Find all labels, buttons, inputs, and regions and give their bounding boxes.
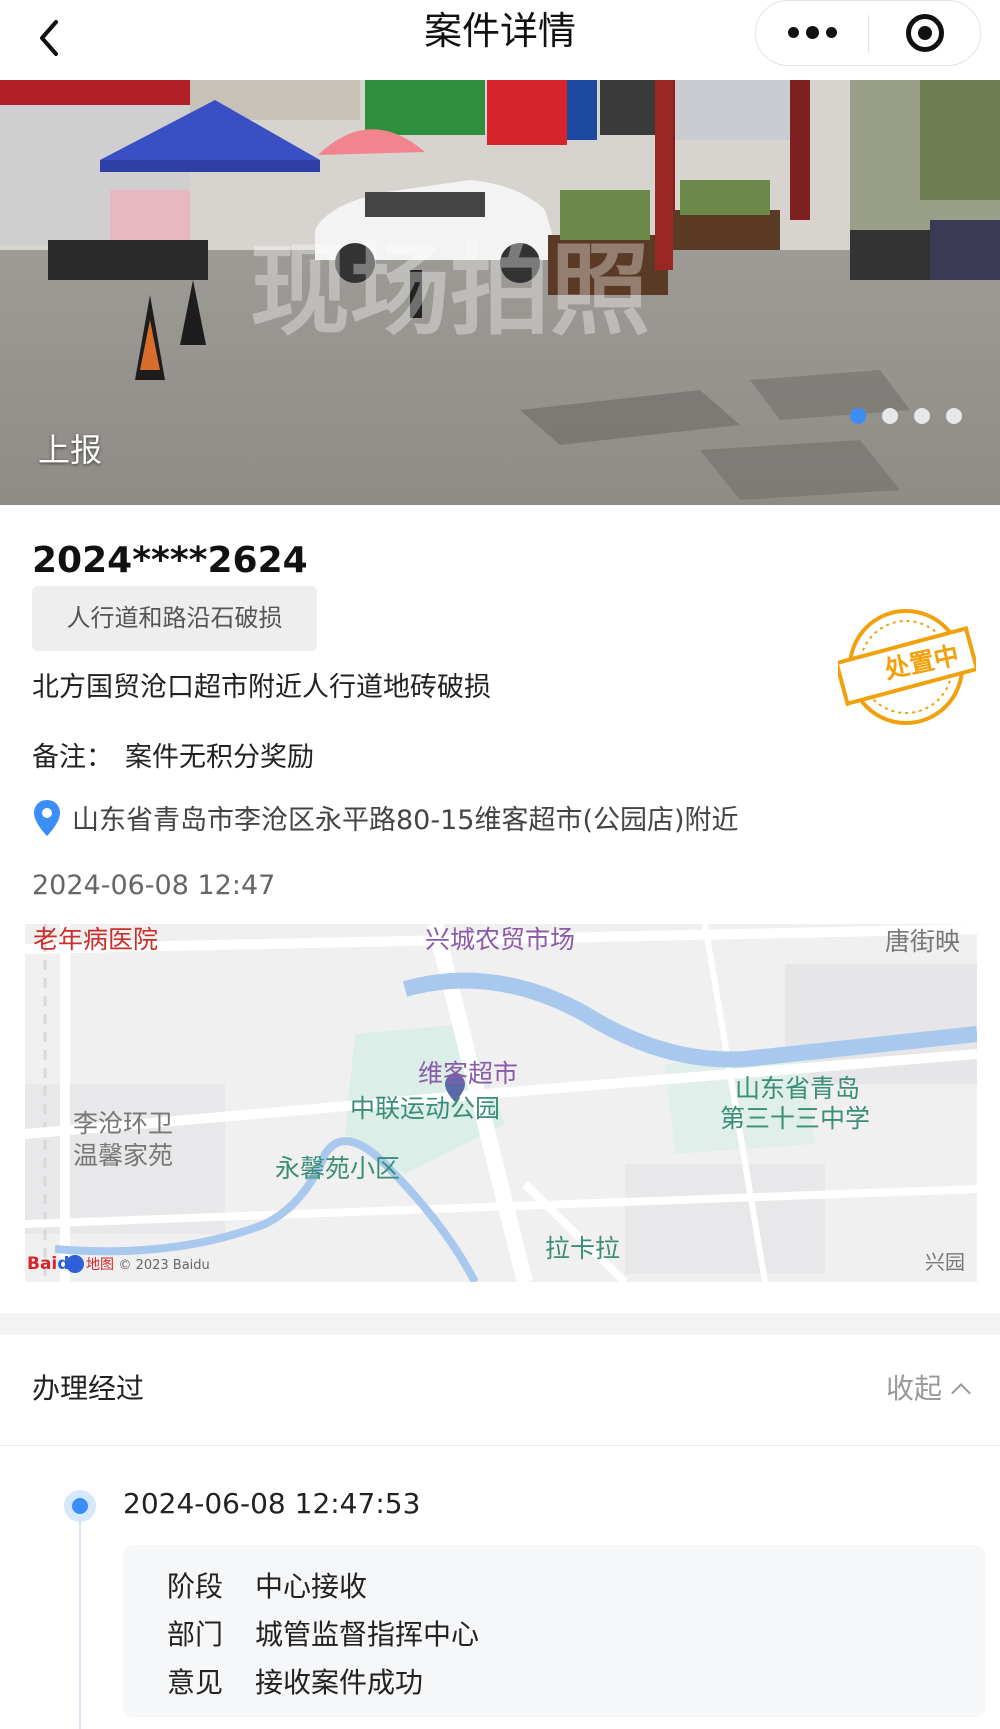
timeline-entry-card: 阶段 中心接收 部门 城管监督指挥中心 意见 接收案件成功 <box>123 1545 985 1717</box>
address-text: 山东省青岛市李沧区永平路80-15维客超市(公园店)附近 <box>72 805 739 836</box>
map-label: 温馨家苑 <box>73 1141 174 1170</box>
carousel-dot[interactable] <box>946 408 962 424</box>
map-label: 第三十三中学 <box>720 1104 871 1133</box>
location-map[interactable]: 老年病医院 兴城农贸市场 唐街映 维客超市 中联运动公园 山东省青岛 第三十三中… <box>25 924 977 1282</box>
watermark: 现场拍照 <box>250 232 650 349</box>
process-header: 办理经过 收起 <box>0 1335 1000 1446</box>
remark-label: 备注： <box>32 742 113 773</box>
map-label: 李沧环卫 <box>73 1109 174 1138</box>
scene-photo: 现场拍照 <box>0 80 1000 505</box>
location-pin-icon <box>34 800 60 836</box>
case-description: 北方国贸沧口超市附近人行道地砖破损 <box>32 672 491 703</box>
opinion-label: 意见 <box>167 1666 224 1699</box>
map-label: 老年病医院 <box>33 925 159 954</box>
opinion-value: 接收案件成功 <box>255 1666 424 1699</box>
process-title: 办理经过 <box>32 1372 145 1405</box>
collapse-button[interactable]: 收起 <box>885 1367 971 1407</box>
opinion-row: 意见 接收案件成功 <box>167 1661 423 1701</box>
timeline-time: 2024-06-08 12:47:53 <box>123 1487 421 1520</box>
map-label: 兴园 <box>925 1250 965 1274</box>
map-label: 中联运动公园 <box>350 1094 501 1123</box>
timeline-dot-icon <box>64 1490 96 1522</box>
map-label: 唐街映 <box>885 927 961 956</box>
status-stamp: 处置中 <box>834 605 980 730</box>
case-time: 2024-06-08 12:47 <box>32 870 276 901</box>
chevron-up-icon <box>951 1383 971 1403</box>
map-label: 维客超市 <box>418 1059 519 1088</box>
stage-label: 阶段 <box>167 1570 224 1603</box>
carousel-dot[interactable] <box>850 408 866 424</box>
map-label: 永馨苑小区 <box>275 1154 401 1183</box>
section-divider <box>0 1313 1000 1335</box>
stage-row: 阶段 中心接收 <box>167 1565 367 1605</box>
more-button[interactable] <box>756 1 868 67</box>
more-dots-icon <box>788 27 799 38</box>
case-category-tag: 人行道和路沿石破损 <box>32 586 317 651</box>
stage-value: 中心接收 <box>255 1570 368 1603</box>
carousel-dot[interactable] <box>914 408 930 424</box>
close-mini-program-button[interactable] <box>869 1 981 67</box>
map-label: 拉卡拉 <box>545 1234 621 1263</box>
dept-label: 部门 <box>167 1618 224 1651</box>
collapse-label: 收起 <box>885 1372 942 1405</box>
case-id: 2024****2624 <box>32 540 308 581</box>
baidu-logo: Bai <box>27 1254 58 1274</box>
mini-program-capsule <box>755 0 981 66</box>
case-remark: 备注： 案件无积分奖励 <box>32 735 314 774</box>
dept-value: 城管监督指挥中心 <box>255 1618 480 1651</box>
map-copyright: Baidu 地图 © 2023 Baidu <box>27 1254 210 1274</box>
carousel-dot[interactable] <box>882 408 898 424</box>
dept-row: 部门 城管监督指挥中心 <box>167 1613 479 1653</box>
baidu-paw-icon: du <box>57 1254 82 1274</box>
nav-bar: 案件详情 <box>0 0 1000 80</box>
map-label: 兴城农贸市场 <box>425 925 576 954</box>
case-address: 山东省青岛市李沧区永平路80-15维客超市(公园店)附近 <box>32 798 739 838</box>
carousel-indicator <box>850 408 962 428</box>
timeline-line <box>79 1505 81 1729</box>
remark-value: 案件无积分奖励 <box>125 742 314 773</box>
photo-stage-label: 上报 <box>38 431 103 469</box>
photo-carousel[interactable]: 现场拍照 上报 <box>0 80 1000 505</box>
